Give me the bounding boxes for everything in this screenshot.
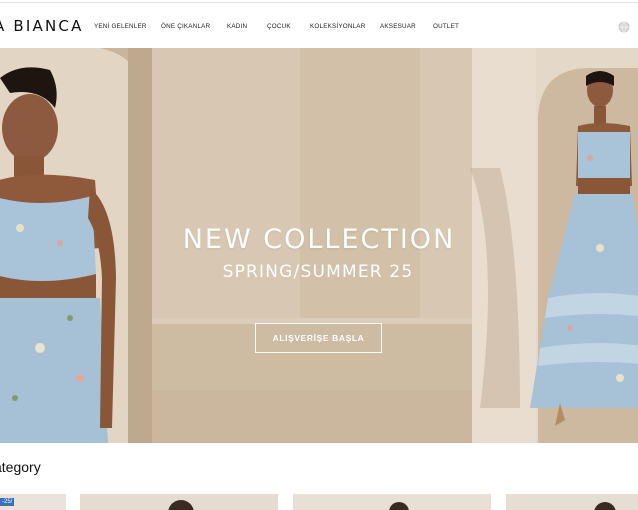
category-card[interactable] [506, 494, 638, 510]
site-header: A BIANCA YENİ GELENLER ÖNE ÇIKANLAR KADI… [0, 2, 638, 48]
nav-item-outlet[interactable]: OUTLET [433, 23, 459, 30]
category-card[interactable] [293, 494, 491, 510]
hero-subtitle: SPRING/SUMMER 25 [222, 262, 414, 282]
main-nav: YENİ GELENLER ÖNE ÇIKANLAR KADIN ÇOCUK K… [0, 23, 638, 35]
page: A BIANCA YENİ GELENLER ÖNE ÇIKANLAR KADI… [0, 0, 638, 510]
category-section-title: ategory [0, 459, 41, 475]
hero-banner: NEW COLLECTION SPRING/SUMMER 25 ALIŞVERİ… [0, 48, 638, 443]
category-card[interactable]: -25/ [0, 494, 66, 510]
nav-item-aksesuar[interactable]: AKSESUAR [380, 23, 416, 30]
discount-badge: -25/ [0, 498, 15, 506]
nav-item-one-cikanlar[interactable]: ÖNE ÇIKANLAR [161, 23, 210, 30]
nav-item-yeni-gelenler[interactable]: YENİ GELENLER [94, 23, 147, 30]
nav-item-kadin[interactable]: KADIN [227, 23, 247, 30]
nav-item-koleksiyonlar[interactable]: KOLEKSİYONLAR [310, 23, 365, 30]
globe-icon[interactable] [618, 20, 630, 33]
category-cards: -25/ [0, 494, 638, 510]
nav-item-cocuk[interactable]: ÇOCUK [267, 23, 291, 30]
shop-now-button[interactable]: ALIŞVERİŞE BAŞLA [255, 323, 382, 353]
category-card[interactable] [80, 494, 278, 510]
hero-title: NEW COLLECTION [182, 224, 456, 255]
